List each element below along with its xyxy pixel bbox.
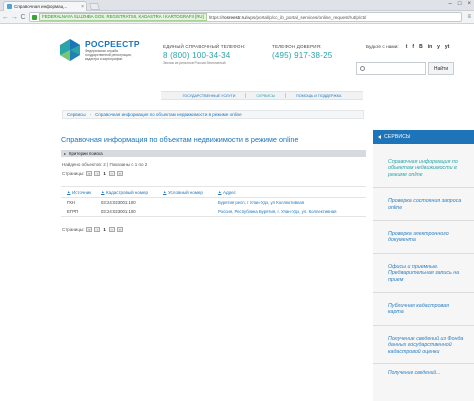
url-input[interactable]: FEDERALNAYA SLUZHBA GOS. REGISTRATSII, K… (29, 12, 462, 22)
breadcrumb-separator: › (89, 112, 92, 117)
minimize-button[interactable]: – (449, 1, 452, 7)
hotline-note: Звонок из регионов России бесплатный (163, 61, 226, 65)
search-criteria-toggle[interactable]: ▸ Критерии поиска (61, 150, 366, 157)
breadcrumb: Сервисы › Справочная информация по объек… (62, 110, 364, 119)
hotline-label: Единый справочный телефон: (163, 44, 246, 49)
expand-arrow-icon: ▸ (64, 151, 67, 156)
nav-help[interactable]: Помощь и поддержка (296, 94, 341, 98)
triangle-left-icon (378, 135, 381, 139)
criteria-label: Критерии поиска (69, 151, 103, 156)
search-icon (360, 66, 365, 71)
favicon-icon (7, 4, 12, 9)
last-page-button[interactable]: » (116, 227, 123, 232)
tab-title: Справочная информац... (14, 4, 68, 9)
page-title: Справочная информация по объектам недвиж… (61, 135, 299, 144)
brand-block: РОСРЕЕСТР Федеральная служба государстве… (85, 39, 143, 61)
sort-icon: ▲ (218, 190, 222, 194)
col-address[interactable]: ▲ Адрес (218, 190, 366, 195)
last-page-button[interactable]: » (116, 171, 123, 176)
pagination-top: Страницы: « ‹ 1 › » (62, 171, 123, 176)
next-page-button[interactable]: › (108, 171, 115, 176)
breadcrumb-services[interactable]: Сервисы (67, 112, 86, 117)
sidebar-item-doc-verify[interactable]: Проверка электронного документа (373, 221, 474, 254)
current-page: 1 (103, 171, 106, 176)
nav-divider (285, 93, 287, 98)
search-button[interactable]: Найти (428, 62, 454, 75)
pagination-bottom: Страницы: « ‹ 1 › » (62, 227, 123, 232)
hotline-number: 8 (800) 100-34-34 (163, 51, 231, 60)
forward-icon[interactable]: → (11, 14, 18, 21)
site-search-input[interactable] (356, 62, 426, 75)
tab-close-icon[interactable]: × (81, 4, 86, 10)
current-page: 1 (103, 227, 106, 232)
window-controls: – □ × (449, 1, 471, 7)
nav-services[interactable]: Сервисы (256, 94, 275, 98)
browser-tab[interactable]: Справочная информац... × (3, 1, 87, 11)
cell-address-link[interactable]: Бурятия респ, г Улан-Удэ, ул Коллективна… (218, 200, 366, 205)
services-sidebar: Сервисы Справочная информация по объекта… (373, 130, 474, 401)
youtube-icon[interactable]: yt (445, 44, 449, 50)
sidebar-item-request-status[interactable]: Проверка состояния запроса online (373, 188, 474, 222)
browser-tab-bar: Справочная информац... × – □ × (0, 0, 474, 11)
next-page-button[interactable]: › (108, 227, 115, 232)
trust-line-number: (495) 917-38-25 (272, 51, 333, 60)
reload-icon[interactable]: C (20, 14, 26, 21)
cell-cadastral: 03:24:023001:100 (101, 209, 136, 214)
prev-page-button[interactable]: ‹ (94, 227, 101, 232)
sidebar-item-public-map[interactable]: Публичная кадастровая карта (373, 293, 474, 326)
back-icon[interactable]: ← (2, 14, 9, 21)
cell-source: ЕГРП (67, 209, 79, 214)
sidebar-item-valuation-data[interactable]: Получение сведений из Фонда данных госуд… (373, 326, 474, 365)
pager-label: Страницы: (62, 227, 85, 232)
results-table: ▲ Источник ▲ Кадастровый номер ▲ Условный н… (61, 186, 366, 217)
social-links: Будьте с нами: t f B in y yt (366, 44, 449, 50)
browser-menu-icon[interactable]: ≡ (467, 14, 471, 20)
sidebar-item-online-info[interactable]: Справочная информация по объектам недвиж… (373, 144, 474, 189)
close-window-button[interactable]: × (467, 1, 471, 7)
brand-subtitle: Федеральная служба государственной регис… (85, 49, 132, 61)
first-page-button[interactable]: « (86, 171, 93, 176)
nav-divider (245, 93, 247, 98)
new-tab-button[interactable] (89, 3, 100, 10)
sidebar-title: Сервисы (384, 134, 411, 140)
vk-icon[interactable]: B (419, 44, 423, 50)
twitter-icon[interactable]: t (406, 44, 408, 50)
brand-name[interactable]: РОСРЕЕСТР (85, 39, 143, 49)
col-cadastral[interactable]: ▲ Кадастровый номер (101, 190, 163, 195)
maximize-button[interactable]: □ (458, 1, 462, 7)
cell-source: ГКН (67, 200, 75, 205)
table-row[interactable]: ГКН 03:24:023001:100 Бурятия респ, г Ула… (61, 198, 366, 207)
hotline-block: Единый справочный телефон: 8 (800) 100-3… (163, 44, 245, 65)
results-count: Найдено объектов: 2 | Показаны с 1 по 2 (62, 162, 148, 167)
social-label: Будьте с нами: (366, 44, 399, 50)
sort-icon: ▲ (67, 190, 71, 194)
rosreestr-logo-icon[interactable] (58, 38, 82, 62)
address-bar: ← → C FEDERALNAYA SLUZHBA GOS. REGISTRAT… (0, 11, 474, 24)
sort-icon: ▲ (163, 190, 167, 194)
sidebar-header: Сервисы (373, 130, 474, 144)
nav-gov-services[interactable]: Государственные услуги (183, 94, 236, 98)
lock-icon (32, 14, 37, 20)
ev-certificate-badge[interactable]: FEDERALNAYA SLUZHBA GOS. REGISTRATSII, K… (39, 13, 207, 21)
facebook-icon[interactable]: f (412, 44, 414, 50)
linkedin-icon[interactable]: in (428, 44, 432, 50)
sidebar-item-offices[interactable]: Офисы и приемные. Предварительная запись… (373, 254, 474, 294)
col-source[interactable]: ▲ Источник (61, 190, 101, 195)
table-row[interactable]: ЕГРП 03:24:023001:100 Россия, Республика… (61, 207, 366, 216)
breadcrumb-current[interactable]: Справочная информация по объектам недвиж… (95, 112, 241, 117)
trust-line-label: Телефон доверия: (272, 44, 322, 49)
pager-label: Страницы: (62, 171, 85, 176)
livejournal-icon[interactable]: y (437, 44, 440, 50)
col-conditional[interactable]: ▲ Условный номер (163, 190, 218, 195)
first-page-button[interactable]: « (86, 227, 93, 232)
cell-cadastral: 03:24:023001:100 (101, 200, 136, 205)
table-header: ▲ Источник ▲ Кадастровый номер ▲ Условный н… (61, 187, 366, 198)
top-navigation: Государственные услуги Сервисы Помощь и … (161, 91, 363, 100)
prev-page-button[interactable]: ‹ (94, 171, 101, 176)
url-text: https://rosreestr.ru/wps/portal/p/cc_ib_… (208, 14, 367, 20)
cell-address-link[interactable]: Россия, Республика Бурятия, г. Улан-Удэ,… (218, 209, 366, 214)
sort-icon: ▲ (101, 190, 105, 194)
sidebar-item-more[interactable]: Получение сведений... (373, 364, 474, 377)
trust-line-block: Телефон доверия: (495) 917-38-25 (272, 44, 332, 60)
